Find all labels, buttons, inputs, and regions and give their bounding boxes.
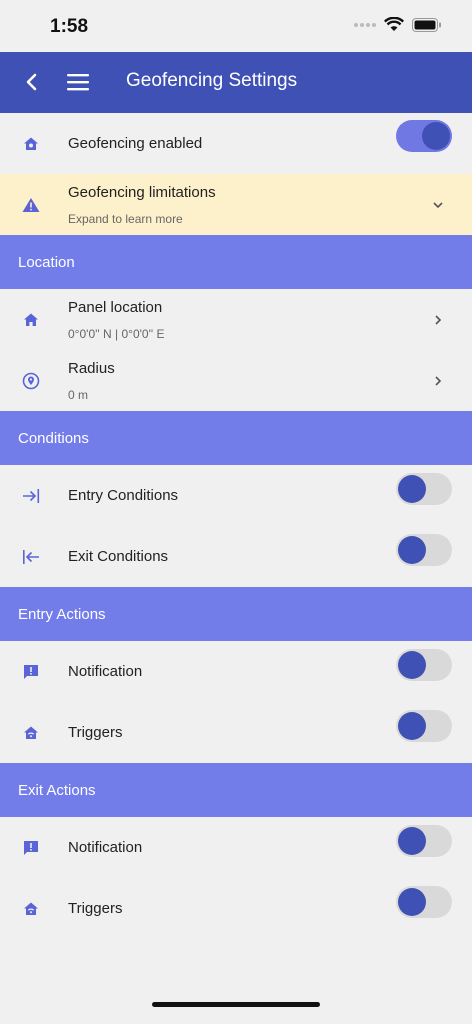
chevron-down-icon[interactable] — [432, 199, 444, 211]
exit-conditions-row[interactable]: Exit Conditions — [0, 526, 472, 587]
exit-conditions-toggle[interactable] — [396, 534, 452, 566]
entry-notification-label: Notification — [68, 663, 143, 680]
toggle-knob — [398, 475, 426, 503]
panel-location-label: Panel location — [68, 299, 163, 316]
home-wifi-icon — [22, 900, 40, 918]
section-header-conditions: Conditions — [0, 411, 472, 465]
page-title: Geofencing Settings — [126, 70, 298, 91]
entry-conditions-toggle[interactable] — [396, 473, 452, 505]
entry-conditions-row[interactable]: Entry Conditions — [0, 465, 472, 526]
warning-icon — [22, 196, 40, 214]
radius-label: Radius — [68, 360, 115, 377]
status-icons — [354, 17, 442, 32]
radius-row[interactable]: Radius 0 m — [0, 350, 472, 411]
radius-value: 0 m — [68, 388, 89, 402]
battery-icon — [412, 17, 441, 32]
section-header-exit-actions: Exit Actions — [0, 763, 472, 817]
geofencing-limitations-subtitle: Expand to learn more — [68, 212, 183, 226]
home-wifi-icon — [22, 724, 40, 742]
geofencing-enabled-toggle[interactable] — [396, 120, 452, 152]
hamburger-menu-icon[interactable] — [66, 70, 90, 94]
exit-triggers-row[interactable]: Triggers — [0, 878, 472, 939]
signal-icon — [354, 22, 376, 27]
geofencing-enabled-row[interactable]: Geofencing enabled — [0, 113, 472, 174]
exit-triggers-label: Triggers — [68, 900, 123, 917]
notification-icon — [22, 663, 40, 681]
toggle-knob — [398, 651, 426, 679]
panel-location-row[interactable]: Panel location 0°0'0'' N | 0°0'0'' E — [0, 289, 472, 350]
toggle-knob — [398, 888, 426, 916]
exit-notification-toggle[interactable] — [396, 825, 452, 857]
panel-location-value: 0°0'0'' N | 0°0'0'' E — [68, 327, 165, 341]
geofencing-limitations-row[interactable]: Geofencing limitations Expand to learn m… — [0, 174, 472, 235]
exit-conditions-label: Exit Conditions — [68, 548, 169, 565]
wifi-icon — [384, 17, 404, 31]
exit-notification-row[interactable]: Notification — [0, 817, 472, 878]
status-time: 1:58 — [50, 16, 89, 37]
status-bar: 1:58 — [0, 0, 472, 52]
entry-conditions-label: Entry Conditions — [68, 487, 179, 504]
entry-arrow-icon — [22, 487, 40, 505]
entry-notification-toggle[interactable] — [396, 649, 452, 681]
chevron-right-icon[interactable] — [432, 375, 444, 387]
section-header-entry-actions: Entry Actions — [0, 587, 472, 641]
chevron-right-icon[interactable] — [432, 314, 444, 326]
entry-triggers-toggle[interactable] — [396, 710, 452, 742]
toggle-knob — [398, 536, 426, 564]
notification-icon — [22, 839, 40, 857]
home-lock-icon — [22, 135, 40, 153]
location-pin-icon — [22, 372, 40, 390]
toggle-knob — [398, 827, 426, 855]
toggle-knob — [422, 122, 450, 150]
geofencing-limitations-label: Geofencing limitations — [68, 184, 216, 201]
entry-notification-row[interactable]: Notification — [0, 641, 472, 702]
exit-notification-label: Notification — [68, 839, 143, 856]
section-header-location: Location — [0, 235, 472, 289]
toggle-knob — [398, 712, 426, 740]
home-icon — [22, 311, 40, 329]
app-bar: Geofencing Settings — [0, 52, 472, 113]
exit-triggers-toggle[interactable] — [396, 886, 452, 918]
geofencing-enabled-label: Geofencing enabled — [68, 135, 203, 152]
entry-triggers-row[interactable]: Triggers — [0, 702, 472, 763]
home-indicator[interactable] — [152, 1002, 320, 1007]
entry-triggers-label: Triggers — [68, 724, 123, 741]
exit-arrow-icon — [22, 548, 40, 566]
back-icon[interactable] — [20, 70, 44, 94]
